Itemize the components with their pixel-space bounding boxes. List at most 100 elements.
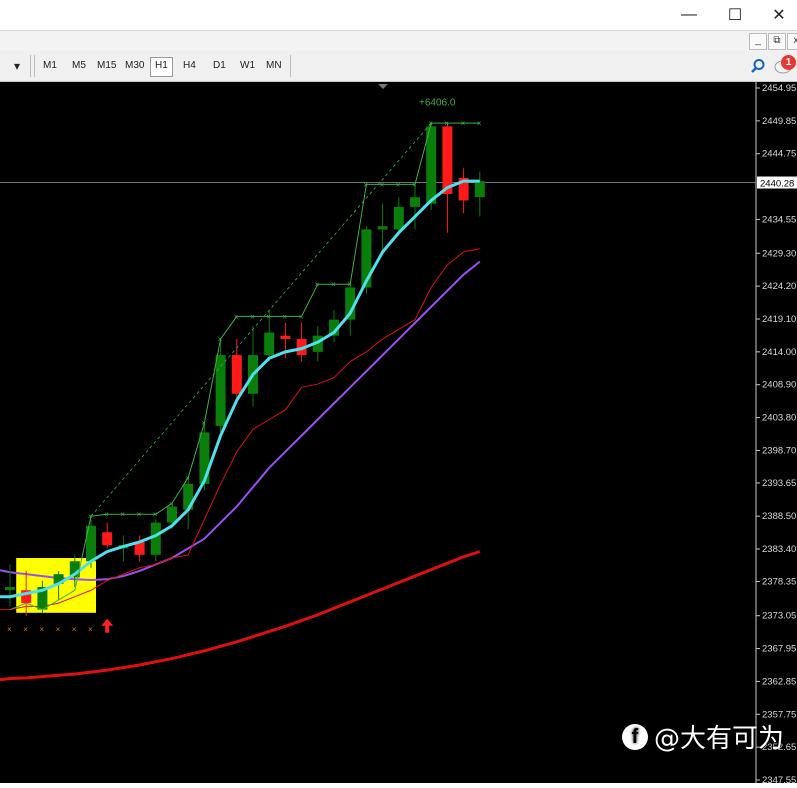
maximize-button[interactable]: ☐ [712, 0, 758, 30]
signal-marker: × [104, 510, 109, 519]
current-price-label: 2440.28 [760, 179, 794, 190]
tab-m15[interactable]: M15 [93, 57, 120, 75]
price-axis-label: 2383.40 [762, 544, 796, 555]
signal-marker: × [412, 180, 417, 189]
candle-bull [167, 506, 177, 523]
tab-m30[interactable]: M30 [121, 57, 148, 75]
child-minimize-button[interactable]: _ [749, 33, 767, 50]
signal-marker: × [153, 510, 158, 519]
tab-h4[interactable]: H4 [179, 57, 200, 75]
buy-arrow-icon [101, 618, 114, 633]
title-bar: — ☐ ✕ [0, 0, 797, 31]
tab-m5[interactable]: M5 [68, 57, 90, 75]
maximize-icon: ☐ [727, 7, 743, 24]
signal-marker: × [461, 119, 466, 128]
signal-marker: × [120, 510, 125, 519]
tab-d1[interactable]: D1 [209, 57, 230, 75]
signal-marker: × [266, 312, 271, 321]
candle-bear [102, 532, 113, 546]
price-axis-label: 2449.85 [762, 116, 796, 127]
entry-marker: × [39, 625, 44, 634]
price-axis-label: 2419.10 [762, 314, 796, 325]
candle-bull [474, 181, 485, 198]
toolbar-separator [290, 55, 291, 77]
search-icon[interactable] [750, 58, 766, 74]
price-axis-label: 2388.50 [762, 511, 796, 522]
price-axis-label: 2373.05 [762, 611, 796, 622]
signal-marker: × [444, 119, 449, 128]
toolbar-dropdown-button[interactable]: ▾ [10, 57, 24, 75]
candle-bear [231, 355, 242, 394]
toolbar-separator [34, 55, 35, 77]
price-axis-label: 2347.55 [762, 775, 796, 783]
minimize-icon: — [681, 6, 697, 23]
entry-marker: × [72, 625, 77, 634]
price-chart[interactable]: 2454.95 2449.85 2444.75 2434.55 2429.30 2424.… [0, 82, 797, 786]
candle-bull [393, 206, 404, 230]
signal-marker: × [218, 335, 223, 344]
signal-marker: × [234, 312, 239, 321]
candle-bull [410, 197, 420, 207]
signal-marker: × [201, 419, 206, 428]
close-button[interactable]: ✕ [756, 0, 797, 30]
mdi-controls-row: _ ⧉ x [0, 31, 797, 51]
price-axis-label: 2398.70 [762, 445, 796, 456]
tab-w1[interactable]: W1 [236, 57, 259, 75]
signal-marker: × [477, 119, 482, 128]
medium-ma-line [0, 260, 481, 581]
tab-h1[interactable]: H1 [150, 57, 173, 77]
child-close-button[interactable]: x [787, 33, 797, 50]
child-restore-button[interactable]: ⧉ [768, 33, 786, 50]
signal-marker: × [363, 180, 368, 189]
facebook-icon: f [622, 723, 648, 750]
price-axis-label: 2393.65 [762, 478, 796, 489]
tab-m1[interactable]: M1 [39, 57, 61, 75]
toolbar-separator [30, 55, 31, 77]
signal-marker: × [428, 119, 433, 128]
signal-marker: × [282, 312, 287, 321]
candle-bull [215, 355, 226, 426]
signal-marker: × [169, 499, 174, 508]
candle-bull [5, 587, 15, 591]
notifications-button[interactable]: 1 [774, 55, 796, 76]
signal-marker: × [299, 312, 304, 321]
notification-badge: 1 [781, 55, 796, 70]
profit-label: +6406.0 [419, 98, 456, 109]
tab-mn[interactable]: MN [262, 57, 286, 75]
signal-marker: × [88, 512, 93, 521]
minimize-button[interactable]: — [666, 0, 712, 30]
candle-bull [199, 432, 210, 484]
candle-bear [280, 335, 291, 339]
price-axis-label: 2429.30 [762, 248, 796, 259]
candle-bear [442, 126, 453, 194]
signal-marker: × [347, 280, 352, 289]
candle-bull [150, 522, 161, 555]
price-axis-label: 2424.20 [762, 281, 796, 292]
entry-marker: × [23, 625, 28, 634]
price-axis-label: 2454.95 [762, 83, 796, 94]
signal-marker: × [185, 473, 190, 482]
price-axis-label: 2367.95 [762, 644, 796, 655]
price-axis-label: 2362.85 [762, 676, 796, 687]
entry-marker: × [56, 625, 61, 634]
price-axis-label: 2408.90 [762, 380, 796, 391]
chart-canvas: 2454.95 2449.85 2444.75 2434.55 2429.30 2424.… [0, 82, 797, 786]
price-axis-label: 2434.55 [762, 214, 796, 225]
watermark-logo: f @大有可为 [622, 718, 784, 755]
price-axis-label: 2378.35 [762, 577, 796, 588]
chart-shift-marker [378, 84, 388, 89]
signal-marker: × [396, 180, 401, 189]
signal-marker: × [137, 510, 142, 519]
entry-marker: × [7, 625, 12, 634]
price-axis-label: 2444.75 [762, 149, 796, 160]
signal-marker: × [250, 312, 255, 321]
chevron-down-icon: ▾ [14, 59, 21, 73]
price-axis-label: 2414.00 [762, 347, 796, 358]
signal-marker: × [315, 280, 320, 289]
close-icon: ✕ [772, 7, 786, 24]
candle-bull [264, 332, 275, 356]
timeframe-toolbar: ▾ M1 M5 M15 M30 H1 H4 D1 W1 MN 1 [0, 51, 797, 82]
candle-bull [377, 226, 388, 230]
fast-ma-line [0, 248, 480, 611]
signal-line [9, 122, 480, 611]
